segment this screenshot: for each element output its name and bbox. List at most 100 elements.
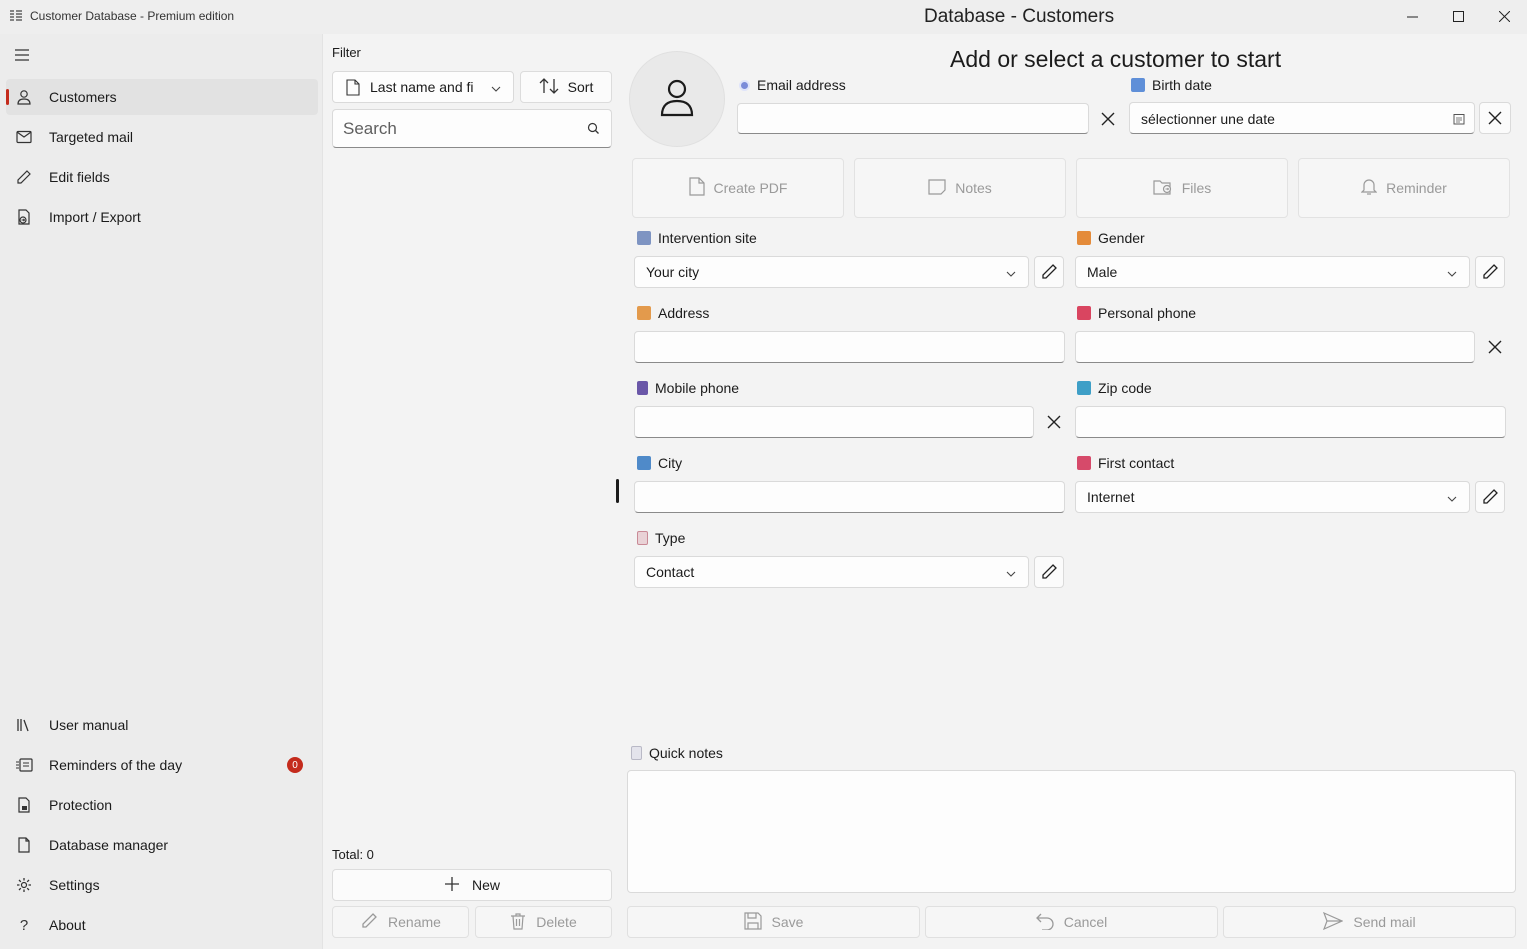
rename-button[interactable]: Rename xyxy=(332,906,469,938)
person-icon xyxy=(658,78,696,121)
megaphone-icon xyxy=(1077,456,1091,470)
first-contact-label: First contact xyxy=(1077,455,1174,471)
sidebar-item-targeted-mail[interactable]: Targeted mail xyxy=(6,119,318,155)
birth-date-picker[interactable]: sélectionner une date xyxy=(1129,102,1475,134)
chevron-down-icon xyxy=(1006,266,1016,282)
gender-dropdown[interactable]: Male xyxy=(1075,256,1470,288)
zip-code-label: Zip code xyxy=(1077,380,1152,396)
quick-notes-label-text: Quick notes xyxy=(649,745,723,761)
city-field[interactable] xyxy=(634,481,1065,513)
intervention-site-value: Your city xyxy=(646,264,700,280)
intervention-site-dropdown[interactable]: Your city xyxy=(634,256,1029,288)
map-icon xyxy=(1077,381,1091,395)
sidebar-item-import-export[interactable]: Import / Export xyxy=(6,199,318,235)
edit-intervention-site-button[interactable] xyxy=(1034,256,1064,288)
clear-mobile-phone-button[interactable] xyxy=(1040,408,1068,436)
sidebar-item-database-manager[interactable]: Database manager xyxy=(6,827,318,863)
search-input[interactable]: Search xyxy=(332,109,612,148)
type-label-text: Type xyxy=(655,530,686,546)
folder-icon xyxy=(1153,179,1173,198)
type-dropdown[interactable]: Contact xyxy=(634,556,1029,588)
pencil-icon xyxy=(1042,264,1057,279)
customer-avatar[interactable] xyxy=(629,51,725,147)
customer-list-pane xyxy=(322,34,622,949)
personal-phone-field[interactable] xyxy=(1075,331,1475,363)
files-button[interactable]: Files xyxy=(1076,158,1288,218)
clear-email-button[interactable] xyxy=(1094,105,1122,133)
birth-date-label-text: Birth date xyxy=(1152,77,1212,93)
city-label: City xyxy=(637,455,682,471)
sidebar-item-customers[interactable]: Customers xyxy=(6,79,318,115)
save-icon xyxy=(743,911,762,933)
document-icon xyxy=(346,78,360,96)
sidebar-item-label: Import / Export xyxy=(49,209,141,225)
calendar-icon[interactable] xyxy=(1453,112,1465,128)
window-title: Database - Customers xyxy=(924,6,1115,27)
question-icon: ? xyxy=(19,916,29,934)
notes-label: Notes xyxy=(955,180,992,196)
close-window-button[interactable] xyxy=(1481,0,1527,32)
mobile-phone-label-text: Mobile phone xyxy=(655,380,740,396)
maximize-button[interactable] xyxy=(1435,0,1481,32)
first-contact-label-text: First contact xyxy=(1098,455,1175,471)
zip-code-label-text: Zip code xyxy=(1098,380,1152,396)
zip-code-field[interactable] xyxy=(1075,406,1506,438)
address-label: Address xyxy=(637,305,709,321)
email-field[interactable] xyxy=(737,103,1089,134)
clear-personal-phone-button[interactable] xyxy=(1481,333,1509,361)
quick-notes-textarea[interactable] xyxy=(627,770,1516,893)
calendar-icon xyxy=(1131,78,1145,92)
sidebar-item-label: Settings xyxy=(49,877,100,893)
first-contact-dropdown[interactable]: Internet xyxy=(1075,481,1470,513)
active-indicator xyxy=(6,89,9,105)
address-field[interactable] xyxy=(634,331,1065,363)
send-icon xyxy=(1323,911,1344,933)
mobile-phone-icon xyxy=(637,381,648,395)
sidebar-item-about[interactable]: ? About xyxy=(6,907,318,943)
edit-type-button[interactable] xyxy=(1034,556,1064,588)
sidebar-item-reminders[interactable]: Reminders of the day 0 xyxy=(6,747,318,783)
search-placeholder: Search xyxy=(343,119,397,138)
sidebar-item-edit-fields[interactable]: Edit fields xyxy=(6,159,318,195)
save-button[interactable]: Save xyxy=(627,906,920,938)
rename-label: Rename xyxy=(388,914,441,930)
chevron-down-icon xyxy=(1006,566,1016,582)
pencil-icon xyxy=(1483,489,1498,504)
notes-icon xyxy=(928,178,946,198)
person-icon xyxy=(6,89,42,105)
gender-value: Male xyxy=(1087,264,1118,280)
delete-button[interactable]: Delete xyxy=(475,906,612,938)
reminder-button[interactable]: Reminder xyxy=(1298,158,1510,218)
new-button[interactable]: New xyxy=(332,869,612,901)
building-icon xyxy=(637,231,651,245)
reminders-count-badge: 0 xyxy=(287,757,303,773)
minimize-button[interactable] xyxy=(1389,0,1435,32)
edit-gender-button[interactable] xyxy=(1475,256,1505,288)
intervention-site-label-text: Intervention site xyxy=(658,230,757,246)
delete-label: Delete xyxy=(536,914,577,930)
pane-splitter[interactable] xyxy=(616,479,619,503)
create-pdf-button[interactable]: Create PDF xyxy=(632,158,844,218)
cancel-button[interactable]: Cancel xyxy=(925,906,1218,938)
edit-first-contact-button[interactable] xyxy=(1475,481,1505,513)
sidebar-item-user-manual[interactable]: User manual xyxy=(6,707,318,743)
new-label: New xyxy=(471,877,500,893)
hamburger-menu-icon[interactable] xyxy=(14,48,38,64)
filter-dropdown[interactable]: Last name and fi xyxy=(332,71,514,103)
sidebar-item-settings[interactable]: Settings xyxy=(6,867,318,903)
birth-date-label: Birth date xyxy=(1131,77,1212,93)
send-mail-button[interactable]: Send mail xyxy=(1223,906,1516,938)
cancel-label: Cancel xyxy=(1063,914,1108,930)
clear-birth-date-button[interactable] xyxy=(1479,102,1511,134)
sidebar-item-protection[interactable]: Protection xyxy=(6,787,318,823)
bell-icon xyxy=(1360,178,1378,199)
notes-button[interactable]: Notes xyxy=(854,158,1066,218)
notepad-icon xyxy=(631,746,642,760)
people-icon xyxy=(1077,231,1091,245)
mail-icon xyxy=(6,130,42,144)
sort-icon xyxy=(539,77,559,97)
search-icon[interactable] xyxy=(587,122,600,138)
email-label: Email address xyxy=(739,77,846,93)
mobile-phone-field[interactable] xyxy=(634,406,1034,438)
sort-button[interactable]: Sort xyxy=(520,71,612,103)
